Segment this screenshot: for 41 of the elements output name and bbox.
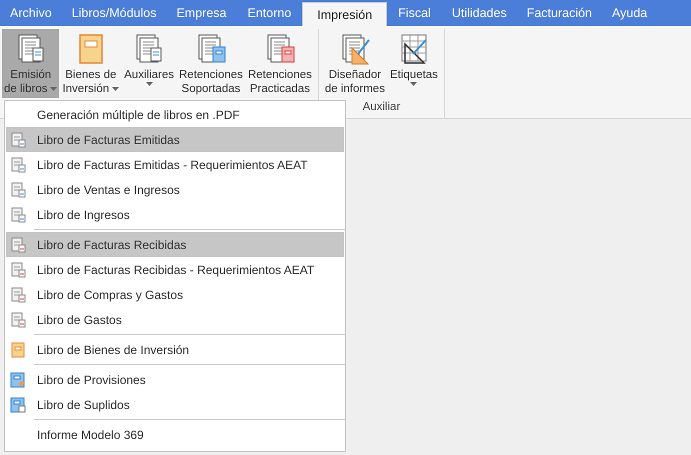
document-icon (10, 206, 26, 222)
menu-item[interactable]: Libro de Facturas Recibidas - Requerimientos AEAT (6, 257, 344, 282)
ribbon-tab[interactable]: Archivo (0, 0, 62, 26)
menu-item[interactable]: Generación múltiple de libros en .PDF (6, 102, 344, 127)
book-icon (10, 342, 26, 358)
ribbon-button[interactable]: Diseñador de informes (322, 29, 387, 98)
document-icon (10, 262, 26, 278)
ribbon-button[interactable]: Etiquetas (388, 29, 440, 98)
document-icon (10, 312, 26, 328)
ribbon-tab[interactable]: Libros/Módulos (62, 0, 166, 26)
ribbon-button[interactable]: Auxiliares (122, 29, 176, 98)
document-icon (10, 132, 26, 148)
ribbon-tab[interactable]: Fiscal (387, 0, 442, 26)
menu-item[interactable]: Libro de Facturas Emitidas (6, 127, 344, 152)
document-icon (10, 182, 26, 198)
document-icon (10, 156, 26, 172)
menu-item[interactable]: Libro de Suplidos (6, 392, 344, 417)
menu-item[interactable]: Libro de Provisiones (6, 367, 344, 392)
menu-item[interactable]: Libro de Compras y Gastos (6, 282, 344, 307)
book-icon (10, 396, 26, 412)
menu-item[interactable]: Libro de Bienes de Inversión (6, 337, 344, 362)
book-icon (10, 372, 26, 388)
ribbon-button[interactable]: Retenciones Practicadas (246, 29, 314, 98)
ribbon-button[interactable]: Bienes de Inversión (60, 29, 122, 98)
ribbon-button[interactable]: Emisión de libros (2, 29, 60, 98)
menu-item[interactable]: Informe Modelo 369 (6, 422, 344, 447)
document-icon (10, 236, 26, 252)
menu-item[interactable]: Libro de Facturas Recibidas (6, 232, 344, 257)
ribbon-button[interactable]: Retenciones Soportadas (177, 29, 245, 98)
ribbon-tab[interactable]: Utilidades (442, 0, 517, 26)
ribbon-tab[interactable]: Facturación (516, 0, 602, 26)
menu-item[interactable]: Libro de Gastos (6, 307, 344, 332)
menu-item[interactable]: Libro de Facturas Emitidas - Requerimientos AEAT (6, 152, 344, 177)
ribbon-tab[interactable]: Impresión (302, 2, 388, 26)
ribbon-tab[interactable]: Empresa (166, 0, 236, 26)
ribbon-tab[interactable]: Ayuda (602, 0, 658, 26)
document-icon (10, 286, 26, 302)
group-label: Auxiliar (362, 101, 400, 113)
menu-item[interactable]: Libro de Ingresos (6, 202, 344, 227)
ribbon-tab[interactable]: Entorno (236, 0, 302, 26)
menu-item[interactable]: Libro de Ventas e Ingresos (6, 177, 344, 202)
